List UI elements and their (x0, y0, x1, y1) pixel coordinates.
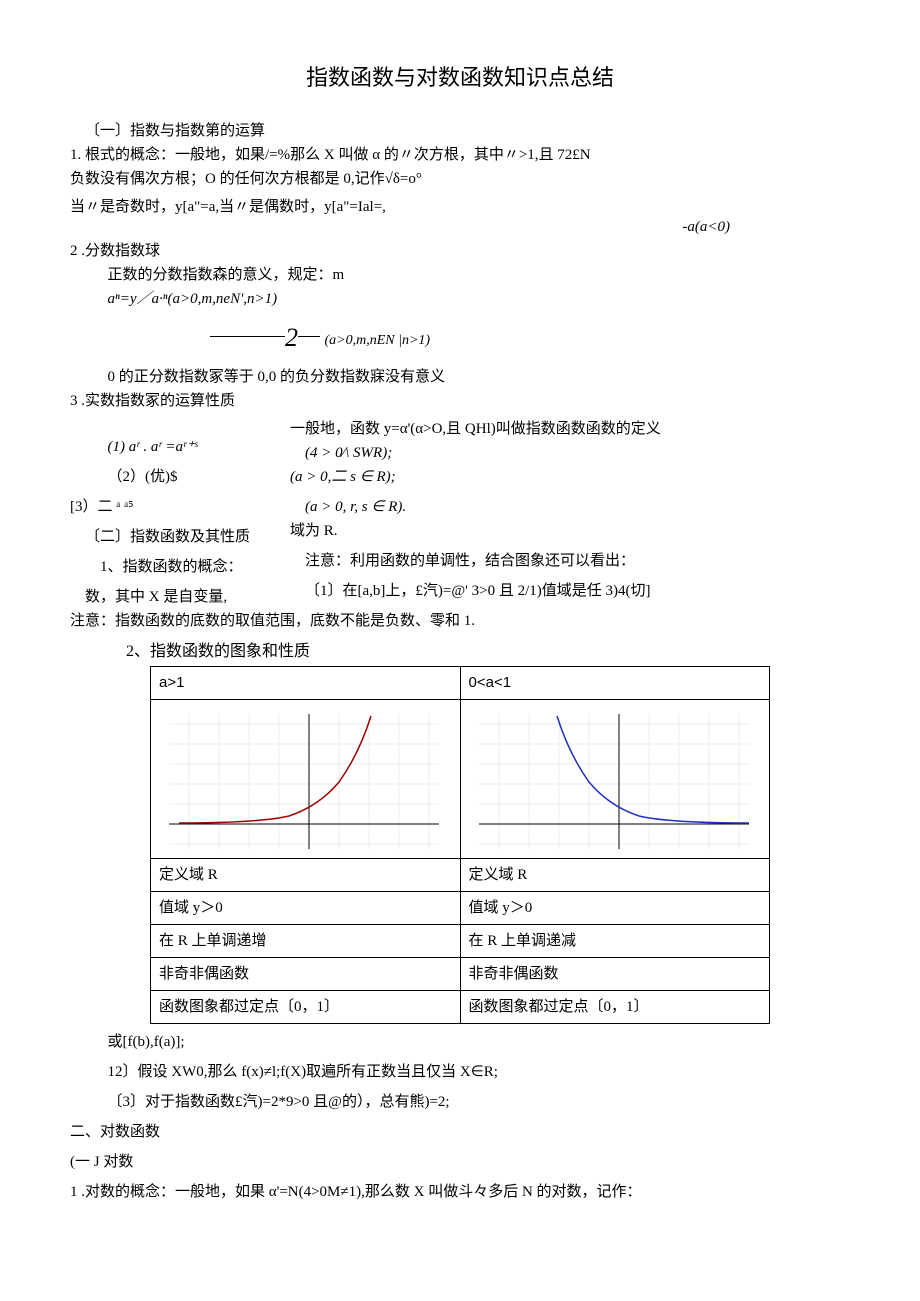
table-header-2: 0<a<1 (460, 667, 770, 700)
table-row: 函数图象都过定点〔0，1〕 (151, 991, 461, 1024)
after-1: 或[f(b),f(a)]; (70, 1030, 850, 1054)
item-1-2a: 正数的分数指数森的意义，规定：m (70, 263, 850, 287)
item-2-1b-right: 〔1〕在[a,b]上，£汽)=@' 3>0 且 2/1)值域是任 3)4(切] (290, 579, 850, 603)
section-2-title: 〔二〕指数函数及其性质 (70, 525, 290, 549)
table-row: 值域 y＞0 (151, 892, 461, 925)
chart-cell-2 (460, 700, 770, 859)
after-2: 12〕假设 XW0,那么 f(x)≠l;f(X)取遍所有正数当且仅当 X∈R; (70, 1060, 850, 1084)
chart-a-gt-1 (159, 704, 449, 854)
chart-cell-1 (151, 700, 461, 859)
table-header-1: a>1 (151, 667, 461, 700)
item-2-1-right: 注意：利用函数的单调性，结合图象还可以看出： (290, 549, 850, 573)
table-row: 在 R 上单调递减 (460, 925, 770, 958)
section-2-note: 注意：指数函数的底数的取值范围，底数不能是负数、零和 1. (70, 609, 850, 633)
table-row: 值域 y＞0 (460, 892, 770, 925)
ops-right-2: (a > 0,二 s ∈ R); (290, 465, 850, 489)
page-title: 指数函数与对数函数知识点总结 (70, 60, 850, 95)
ops-left-2: （2）(优)$ (70, 465, 290, 489)
table-row: 非奇非偶函数 (460, 958, 770, 991)
ops-right-1: (4 > 0∕\ SWR); (290, 441, 850, 465)
item-2-1: 1、指数函数的概念： (70, 555, 290, 579)
item-1-1c: 当〃是奇数时，y[a"=a,当〃是偶数时，y[a"=Ial=, (70, 195, 850, 219)
item-2-1b: 数，其中 X 是自变量, (70, 585, 290, 609)
item-1-1c-right: -a(a<0) (682, 215, 730, 239)
after-3: 〔3〕对于指数函数£汽)=2*9>0 且@的），总有熊)=2; (70, 1090, 850, 1114)
s2-right-1: 域为 R. (290, 519, 850, 543)
section-2b: (一 J 对数 (70, 1150, 850, 1174)
item-1-1: 1. 根式的概念：一般地，如果/=%那么 X 叫做 α 的〃次方根，其中〃>1,… (70, 143, 850, 167)
table-row: 定义域 R (460, 859, 770, 892)
item-1-1b: 负数没有偶次方根；O 的任何次方根都是 0,记作√δ=o° (70, 167, 850, 191)
ops-left-1: (1) aʳ . aʳ =aʳ⁺ˢ (70, 435, 290, 459)
table-row: 在 R 上单调递增 (151, 925, 461, 958)
item-1-2b: aⁿ=y／a·ⁿ(a>0,m,neN',n>1) (70, 287, 850, 311)
chart-a-lt-1 (469, 704, 759, 854)
ops-left-3: [3）二 ᵃ ᵃ⁵ (70, 495, 290, 519)
formula-suffix: (a>0,m,nEN |n>1) (325, 333, 431, 348)
table-row: 函数图象都过定点〔0，1〕 (460, 991, 770, 1024)
properties-table: a>1 0<a<1 (150, 666, 770, 1024)
section-2a: 二、对数函数 (70, 1120, 850, 1144)
table-row: 定义域 R (151, 859, 461, 892)
ops-right-0: 一般地，函数 y=α'(α>O,且 QHl)叫做指数函数函数的定义 (290, 417, 850, 441)
item-1-2d: 0 的正分数指数冢等于 0,0 的负分数指数寐没有意义 (70, 365, 850, 389)
item-1-3: 3 .实数指数冢的运算性质 (70, 389, 850, 413)
item-1-2: 2 .分数指数球 (70, 239, 850, 263)
table-row: 非奇非偶函数 (151, 958, 461, 991)
item-2-2: 2、指数函数的图象和性质 (94, 639, 850, 665)
formula-fraction: 2 (a>0,m,nEN |n>1) (210, 311, 850, 365)
section-1-title: 〔一〕指数与指数第的运算 (70, 119, 850, 143)
ops-right-3: (a > 0, r, s ∈ R). (290, 495, 850, 519)
item-log-1: 1 .对数的概念：一般地，如果 α'=N(4>0M≠1),那么数 X 叫做斗々多… (70, 1180, 850, 1204)
